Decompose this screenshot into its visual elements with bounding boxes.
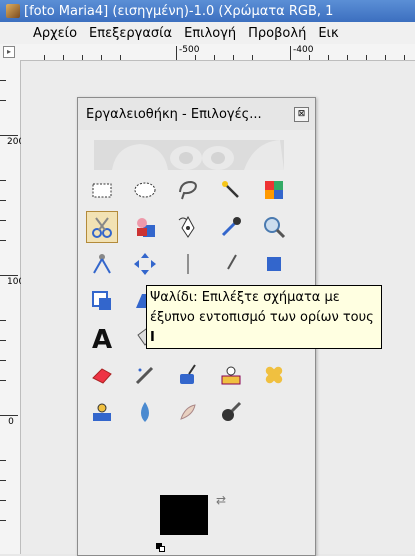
horizontal-ruler[interactable]: ▸ -500 -400 <box>0 44 415 61</box>
swap-colors-icon[interactable]: ⇄ <box>216 493 226 507</box>
toolbox-title: Εργαλειοθήκη - Επιλογές... <box>86 106 262 122</box>
dodge-burn-icon[interactable] <box>215 396 247 428</box>
window-title: [foto Maria4] (εισηγμένη)-1.0 (Χρώματα R… <box>24 3 334 19</box>
menu-image[interactable]: Εικ <box>312 26 344 41</box>
foreground-select-icon[interactable] <box>129 211 161 243</box>
zoom-icon[interactable] <box>258 211 290 243</box>
menubar: Αρχείο Επεξεργασία Επιλογή Προβολή Εικ <box>0 22 415 44</box>
gimp-app-icon <box>6 4 20 18</box>
color-picker-icon[interactable] <box>215 211 247 243</box>
rect-select-icon[interactable] <box>86 174 118 206</box>
menu-edit[interactable]: Επεξεργασία <box>83 26 178 41</box>
ruler-label: 0 <box>8 417 14 427</box>
menu-file[interactable]: Αρχείο <box>0 26 83 41</box>
wilber-logo <box>94 140 284 170</box>
crop-icon[interactable] <box>215 248 247 280</box>
default-colors-icon[interactable] <box>156 543 166 553</box>
airbrush-icon[interactable] <box>129 359 161 391</box>
ruler-label: -400 <box>293 45 314 55</box>
menu-select[interactable]: Επιλογή <box>178 26 242 41</box>
tooltip: Ψαλίδι: Επιλέξτε σχήματα με έξυπνο εντοπ… <box>146 285 382 349</box>
ruler-label: 100 <box>7 277 25 287</box>
close-icon[interactable]: ⊠ <box>294 106 309 122</box>
vertical-ruler[interactable]: 200 100 0 <box>0 60 25 554</box>
perspective-clone-icon[interactable] <box>86 396 118 428</box>
rotate-icon[interactable] <box>258 248 290 280</box>
toolbox-header[interactable]: Εργαλειοθήκη - Επιλογές... ⊠ <box>78 98 315 130</box>
quick-mask-icon[interactable]: ▸ <box>3 46 15 58</box>
fuzzy-select-icon[interactable] <box>215 174 247 206</box>
ruler-label: 200 <box>7 137 25 147</box>
clone-icon[interactable] <box>215 359 247 391</box>
scissors-select-icon[interactable] <box>86 211 118 243</box>
ruler-label: -500 <box>179 45 200 55</box>
move-icon[interactable] <box>129 248 161 280</box>
smudge-icon[interactable] <box>172 396 204 428</box>
measure-icon[interactable] <box>86 248 118 280</box>
eraser-icon[interactable] <box>86 359 118 391</box>
paths-icon[interactable] <box>172 211 204 243</box>
ink-icon[interactable] <box>172 359 204 391</box>
align-icon[interactable] <box>172 248 204 280</box>
foreground-color-swatch[interactable] <box>160 495 208 535</box>
select-by-color-icon[interactable] <box>258 174 290 206</box>
fg-bg-colors: ⇄ <box>156 493 230 555</box>
tooltip-shortcut: I <box>150 330 155 345</box>
window-titlebar: [foto Maria4] (εισηγμένη)-1.0 (Χρώματα R… <box>0 0 415 22</box>
menu-view[interactable]: Προβολή <box>242 26 312 41</box>
svg-text:A: A <box>92 325 112 351</box>
heal-icon[interactable] <box>258 359 290 391</box>
free-select-icon[interactable] <box>172 174 204 206</box>
scale-icon[interactable] <box>86 285 118 317</box>
tooltip-text: Ψαλίδι: Επιλέξτε σχήματα με έξυπνο εντοπ… <box>150 290 374 325</box>
blur-icon[interactable] <box>129 396 161 428</box>
ellipse-select-icon[interactable] <box>129 174 161 206</box>
text-icon[interactable]: A <box>86 322 118 354</box>
